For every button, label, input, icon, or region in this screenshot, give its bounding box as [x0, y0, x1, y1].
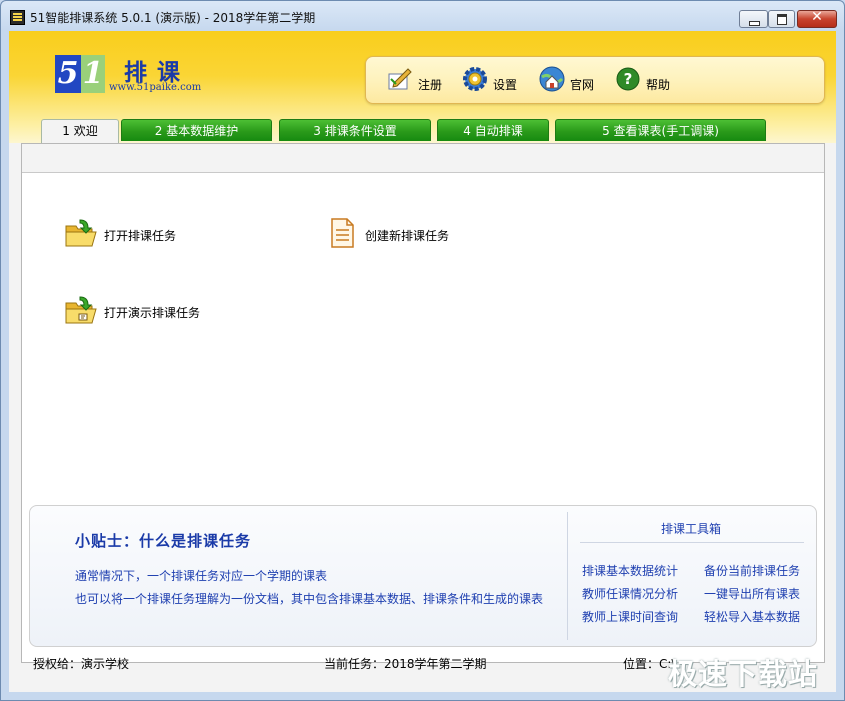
header-banner: 5 1 排课 www.51paike.com 注册 设置 官网 ? 帮助 1 欢… — [9, 31, 836, 143]
open-folder-icon — [65, 219, 97, 247]
logo-url: www.51paike.com — [109, 82, 202, 93]
gear-settings-icon — [463, 67, 487, 91]
status-license: 授权给：演示学校 — [33, 657, 130, 671]
tips-line-2: 也可以将一个排课任务理解为一份文档，其中包含排课基本数据、排课条件和生成的课表 — [75, 592, 544, 606]
logo: 5 1 — [55, 55, 107, 93]
toolbox-separator — [580, 542, 804, 543]
home-globe-icon — [539, 66, 565, 92]
toolbox-link-teacher-analysis[interactable]: 教师任课情况分析 — [582, 585, 678, 602]
settings-label: 设置 — [493, 78, 518, 92]
window-title: 51智能排课系统 5.0.1 (演示版) - 2018学年第二学期 — [30, 11, 316, 25]
tips-box: 小贴士：什么是排课任务 通常情况下，一个排课任务对应一个学期的课表 也可以将一个… — [29, 505, 817, 647]
new-document-icon — [331, 218, 354, 248]
help-label: 帮助 — [646, 78, 671, 92]
register-label: 注册 — [418, 78, 443, 92]
toolbox-title: 排课工具箱 — [660, 522, 721, 536]
app-window: 51智能排课系统 5.0.1 (演示版) - 2018学年第二学期 ✕ 5 1 … — [0, 0, 845, 701]
minimize-button[interactable] — [739, 10, 768, 28]
maximize-button[interactable] — [768, 10, 795, 28]
tab-auto-schedule[interactable]: 4 自动排课 — [437, 119, 549, 141]
website-label: 官网 — [570, 78, 595, 92]
tips-line-1: 通常情况下，一个排课任务对应一个学期的课表 — [75, 569, 328, 583]
close-icon: ✕ — [811, 9, 823, 25]
open-demo-task-label: 打开演示排课任务 — [104, 306, 201, 320]
tab-view-schedule[interactable]: 5 查看课表(手工调课) — [555, 119, 766, 141]
status-current-task: 当前任务：2018学年第二学期 — [324, 657, 487, 671]
tab-welcome[interactable]: 1 欢迎 — [41, 119, 119, 143]
client-area: 5 1 排课 www.51paike.com 注册 设置 官网 ? 帮助 1 欢… — [9, 31, 836, 692]
logo-digit-1: 1 — [81, 55, 105, 93]
svg-text:?: ? — [624, 70, 633, 88]
main-toolbar: 注册 设置 官网 ? 帮助 — [365, 56, 825, 104]
help-question-icon: ? — [616, 67, 640, 91]
tab-basic-data[interactable]: 2 基本数据维护 — [121, 119, 272, 141]
toolbox-divider — [567, 512, 568, 640]
tips-title: 小贴士：什么是排课任务 — [75, 532, 252, 550]
open-task-label: 打开排课任务 — [104, 229, 177, 243]
logo-digit-5: 5 — [55, 55, 81, 93]
toolbox-link-export-all[interactable]: 一键导出所有课表 — [704, 585, 800, 602]
tab-bar: 1 欢迎 2 基本数据维护 3 排课条件设置 4 自动排课 5 查看课表(手工调… — [9, 119, 836, 143]
app-icon[interactable] — [10, 10, 25, 25]
open-demo-folder-icon — [65, 296, 97, 324]
welcome-panel: 打开排课任务 创建新排课任务 打开演示排课任务 小贴士：什么是排课任务 通常情况… — [21, 143, 825, 663]
tab-conditions[interactable]: 3 排课条件设置 — [279, 119, 431, 141]
toolbox-link-backup-task[interactable]: 备份当前排课任务 — [704, 562, 800, 579]
toolbox-link-import-data[interactable]: 轻松导入基本数据 — [704, 608, 800, 625]
register-pen-icon — [388, 68, 412, 90]
watermark: 极速下载站 — [668, 657, 819, 691]
toolbox-link-teacher-time[interactable]: 教师上课时间查询 — [582, 608, 678, 625]
toolbox-link-data-stats[interactable]: 排课基本数据统计 — [582, 562, 678, 579]
title-bar[interactable]: 51智能排课系统 5.0.1 (演示版) - 2018学年第二学期 ✕ — [1, 1, 844, 31]
new-task-label: 创建新排课任务 — [365, 229, 450, 243]
panel-header — [22, 144, 824, 173]
close-button[interactable]: ✕ — [797, 9, 837, 28]
